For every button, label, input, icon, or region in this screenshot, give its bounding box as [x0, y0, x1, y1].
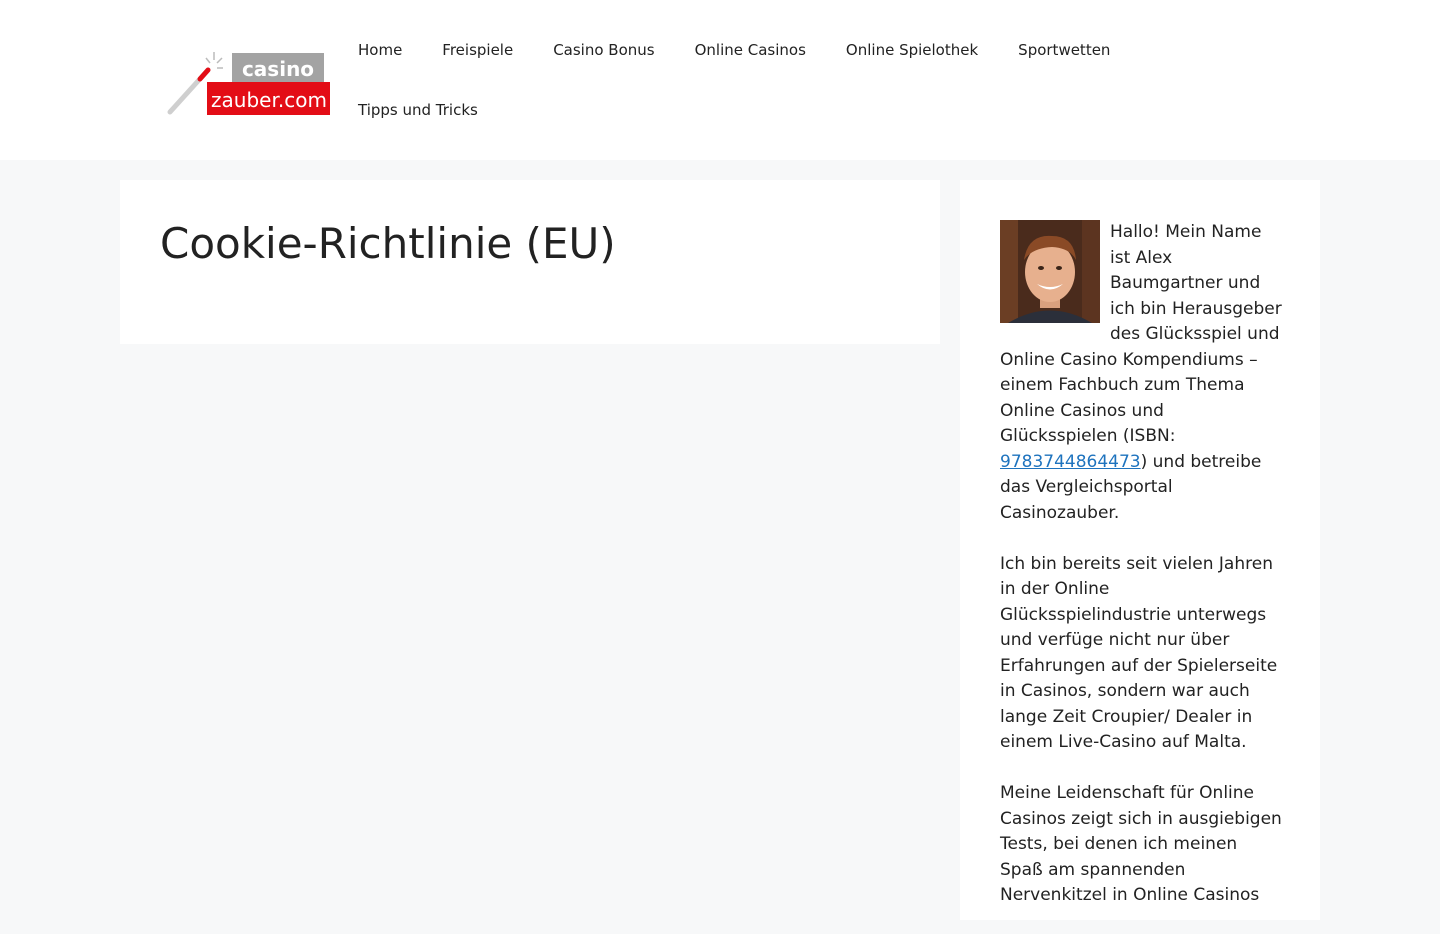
- nav-item-online-casinos[interactable]: Online Casinos: [675, 20, 826, 80]
- page-title: Cookie-Richtlinie (EU): [160, 219, 616, 268]
- bio-paragraph-3: Meine Leidenschaft für Online Casinos ze…: [1000, 783, 1282, 905]
- logo-text-domain: zauber.com: [211, 88, 327, 112]
- sidebar: Hallo! Mein Name ist Alex Baumgartner un…: [960, 180, 1320, 920]
- logo-text-casino: casino: [242, 57, 314, 81]
- site-logo[interactable]: casino zauber.com: [166, 50, 332, 116]
- nav-item-casino-bonus[interactable]: Casino Bonus: [533, 20, 674, 80]
- main-navigation: Home Freispiele Casino Bonus Online Casi…: [338, 20, 1158, 140]
- nav-item-tipps-und-tricks[interactable]: Tipps und Tricks: [338, 80, 498, 140]
- bio-paragraph-2: Ich bin bereits seit vielen Jahren in de…: [1000, 553, 1278, 753]
- main-content: Cookie-Richtlinie (EU): [120, 180, 940, 344]
- site-header: casino zauber.com Home Freispiele Casino…: [0, 0, 1440, 160]
- author-bio-widget: Hallo! Mein Name ist Alex Baumgartner un…: [1000, 220, 1285, 934]
- nav-item-home[interactable]: Home: [338, 20, 422, 80]
- nav-item-freispiele[interactable]: Freispiele: [422, 20, 533, 80]
- isbn-link[interactable]: 9783744864473: [1000, 452, 1141, 472]
- nav-item-sportwetten[interactable]: Sportwetten: [998, 20, 1130, 80]
- author-avatar: [1000, 220, 1100, 323]
- nav-item-online-spielothek[interactable]: Online Spielothek: [826, 20, 998, 80]
